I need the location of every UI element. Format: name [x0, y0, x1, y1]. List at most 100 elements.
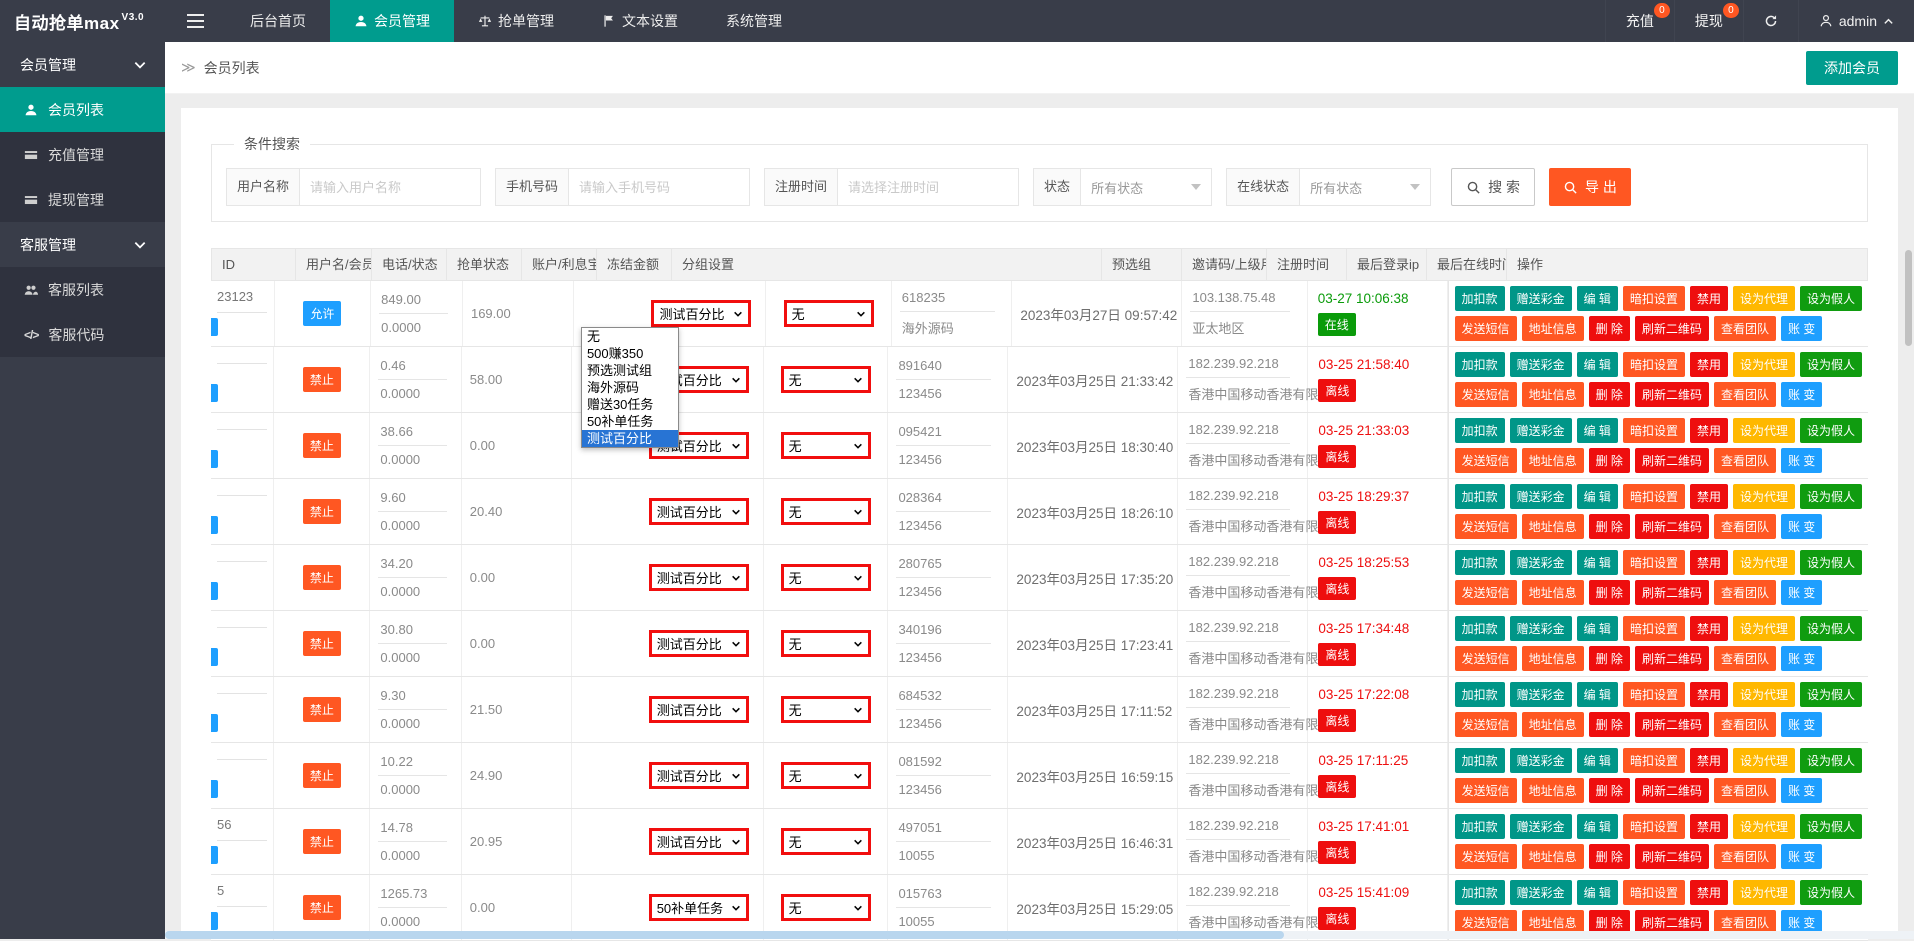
action-button[interactable]: 地址信息 [1522, 580, 1584, 605]
preselect-select[interactable]: 无 [781, 432, 871, 459]
status-badge[interactable]: 禁止 [303, 367, 341, 392]
refresh-button[interactable] [1743, 0, 1798, 42]
action-button[interactable]: 刷新二维码 [1635, 778, 1709, 803]
status-badge[interactable]: 禁止 [303, 895, 341, 920]
export-button[interactable]: 导 出 [1549, 168, 1631, 206]
action-button[interactable]: 发送短信 [1455, 712, 1517, 737]
action-button[interactable]: 暗扣设置 [1623, 352, 1685, 377]
action-button[interactable]: 地址信息 [1522, 844, 1584, 869]
action-button[interactable]: 编 辑 [1577, 550, 1618, 575]
action-button[interactable]: 暗扣设置 [1623, 748, 1685, 773]
action-button[interactable]: 禁用 [1690, 352, 1728, 377]
topnav-item[interactable]: 系统管理 [702, 0, 806, 42]
action-button[interactable]: 加扣款 [1455, 748, 1505, 773]
online-badge[interactable]: 离线 [1318, 775, 1356, 798]
action-button[interactable]: 设为代理 [1733, 286, 1795, 311]
action-button[interactable]: 禁用 [1690, 286, 1728, 311]
group-select[interactable]: 50补单任务 [649, 894, 749, 921]
preselect-select[interactable]: 无 [781, 630, 871, 657]
action-button[interactable]: 加扣款 [1455, 286, 1505, 311]
group-select[interactable]: 测试百分比 [651, 300, 751, 327]
action-button[interactable]: 账 变 [1781, 514, 1822, 539]
action-button[interactable]: 设为假人 [1800, 616, 1862, 641]
action-button[interactable]: 暗扣设置 [1623, 616, 1685, 641]
action-button[interactable]: 地址信息 [1522, 382, 1584, 407]
action-button[interactable]: 赠送彩金 [1510, 748, 1572, 773]
action-button[interactable]: 加扣款 [1455, 484, 1505, 509]
group-select[interactable]: 测试百分比 [649, 696, 749, 723]
action-button[interactable]: 设为代理 [1733, 880, 1795, 905]
action-button[interactable]: 地址信息 [1522, 712, 1584, 737]
action-button[interactable]: 查看团队 [1714, 712, 1776, 737]
dropdown-option[interactable]: 海外源码 [582, 379, 678, 396]
sidebar-item[interactable]: 提现管理 [0, 177, 165, 222]
action-button[interactable]: 刷新二维码 [1635, 580, 1709, 605]
action-button[interactable]: 赠送彩金 [1510, 286, 1572, 311]
action-button[interactable]: 查看团队 [1714, 778, 1776, 803]
action-button[interactable]: 删 除 [1589, 514, 1630, 539]
action-button[interactable]: 赠送彩金 [1510, 814, 1572, 839]
group-select[interactable]: 测试百分比 [649, 828, 749, 855]
filter-select[interactable]: 所有状态 [1299, 168, 1431, 206]
action-button[interactable]: 地址信息 [1522, 514, 1584, 539]
action-button[interactable]: 设为代理 [1733, 748, 1795, 773]
action-button[interactable]: 赠送彩金 [1510, 880, 1572, 905]
filter-input[interactable] [837, 168, 1019, 206]
dropdown-option[interactable]: 赠送30任务 [582, 396, 678, 413]
status-badge[interactable]: 禁止 [303, 499, 341, 524]
online-badge[interactable]: 离线 [1318, 907, 1356, 930]
action-button[interactable]: 设为假人 [1800, 880, 1862, 905]
action-button[interactable]: 赠送彩金 [1510, 352, 1572, 377]
action-button[interactable]: 删 除 [1589, 778, 1630, 803]
action-button[interactable]: 编 辑 [1577, 814, 1618, 839]
action-button[interactable]: 删 除 [1589, 316, 1630, 341]
action-button[interactable]: 查看团队 [1714, 316, 1776, 341]
preselect-select[interactable]: 无 [781, 762, 871, 789]
action-button[interactable]: 赠送彩金 [1510, 484, 1572, 509]
group-select[interactable]: 测试百分比 [649, 762, 749, 789]
action-button[interactable]: 编 辑 [1577, 286, 1618, 311]
action-button[interactable]: 加扣款 [1455, 616, 1505, 641]
action-button[interactable]: 刷新二维码 [1635, 646, 1709, 671]
action-button[interactable]: 账 变 [1781, 580, 1822, 605]
menu-toggle-icon[interactable] [165, 0, 226, 42]
action-button[interactable]: 禁用 [1690, 748, 1728, 773]
topnav-item[interactable]: 会员管理 [330, 0, 454, 42]
preselect-select[interactable]: 无 [784, 300, 874, 327]
action-button[interactable]: 删 除 [1589, 646, 1630, 671]
action-button[interactable]: 账 变 [1781, 448, 1822, 473]
action-button[interactable]: 查看团队 [1714, 844, 1776, 869]
action-button[interactable]: 编 辑 [1577, 418, 1618, 443]
action-button[interactable]: 账 变 [1781, 316, 1822, 341]
action-button[interactable]: 账 变 [1781, 382, 1822, 407]
action-button[interactable]: 查看团队 [1714, 448, 1776, 473]
action-button[interactable]: 禁用 [1690, 814, 1728, 839]
preselect-select[interactable]: 无 [781, 894, 871, 921]
action-button[interactable]: 查看团队 [1714, 646, 1776, 671]
action-button[interactable]: 暗扣设置 [1623, 550, 1685, 575]
filter-input[interactable] [568, 168, 750, 206]
topnav-item[interactable]: 文本设置 [578, 0, 702, 42]
action-button[interactable]: 设为假人 [1800, 418, 1862, 443]
action-button[interactable]: 编 辑 [1577, 880, 1618, 905]
action-button[interactable]: 地址信息 [1522, 778, 1584, 803]
action-button[interactable]: 地址信息 [1522, 448, 1584, 473]
action-button[interactable]: 设为代理 [1733, 616, 1795, 641]
online-badge[interactable]: 离线 [1318, 511, 1356, 534]
online-badge[interactable]: 离线 [1318, 643, 1356, 666]
action-button[interactable]: 发送短信 [1455, 580, 1517, 605]
action-button[interactable]: 刷新二维码 [1635, 514, 1709, 539]
sidebar-group-header[interactable]: 客服管理 [0, 222, 165, 267]
action-button[interactable]: 设为假人 [1800, 748, 1862, 773]
action-button[interactable]: 设为假人 [1800, 550, 1862, 575]
status-badge[interactable]: 禁止 [303, 433, 341, 458]
action-button[interactable]: 刷新二维码 [1635, 316, 1709, 341]
action-button[interactable]: 加扣款 [1455, 814, 1505, 839]
online-badge[interactable]: 离线 [1318, 841, 1356, 864]
action-button[interactable]: 禁用 [1690, 418, 1728, 443]
action-button[interactable]: 发送短信 [1455, 382, 1517, 407]
status-badge[interactable]: 禁止 [303, 763, 341, 788]
action-button[interactable]: 设为假人 [1800, 814, 1862, 839]
preselect-select[interactable]: 无 [781, 696, 871, 723]
action-button[interactable]: 禁用 [1690, 484, 1728, 509]
